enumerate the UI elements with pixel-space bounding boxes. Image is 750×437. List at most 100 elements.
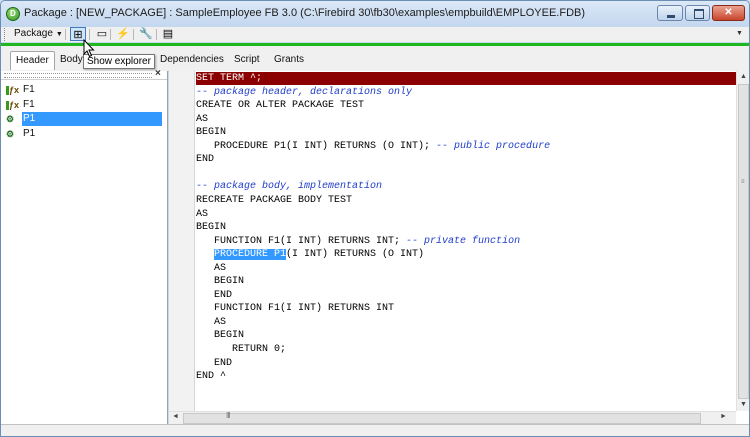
maximize-icon bbox=[694, 9, 704, 19]
tree-item-label: F1 bbox=[23, 84, 35, 95]
status-bar bbox=[1, 424, 749, 436]
code-text: FUNCTION F1(I INT) RETURNS INT bbox=[196, 303, 395, 315]
code-line[interactable]: END ^ bbox=[196, 370, 736, 383]
vertical-scrollbar[interactable]: ▲ ≡ ▼ bbox=[736, 71, 749, 411]
tab-dependencies[interactable]: Dependencies bbox=[160, 54, 224, 65]
chevron-down-icon: ▼ bbox=[55, 31, 63, 38]
code-text: BEGIN bbox=[196, 276, 245, 288]
code-line[interactable]: BEGIN bbox=[196, 126, 736, 139]
scroll-down-icon[interactable]: ▼ bbox=[740, 401, 747, 408]
code-text: CREATE OR ALTER PACKAGE TEST bbox=[196, 100, 365, 112]
code-text: PROCEDURE P1(I INT) RETURNS (O INT); bbox=[196, 140, 437, 152]
close-icon: ✕ bbox=[724, 7, 733, 18]
code-line[interactable]: AS bbox=[196, 316, 736, 329]
code-line[interactable]: CREATE OR ALTER PACKAGE TEST bbox=[196, 99, 736, 112]
scroll-grip-icon: III bbox=[226, 411, 231, 420]
scroll-grip-icon: ≡ bbox=[741, 179, 745, 185]
highlighted-code-line[interactable]: SET TERM ^; bbox=[196, 72, 736, 85]
procedure-icon: ⚙ bbox=[6, 114, 15, 124]
app-icon[interactable]: D bbox=[6, 7, 20, 21]
horizontal-scrollbar[interactable]: ◄ III ► bbox=[169, 411, 736, 425]
code-line[interactable]: PROCEDURE P1(I INT) RETURNS (O INT); -- … bbox=[196, 140, 736, 153]
scroll-right-icon[interactable]: ► bbox=[720, 413, 727, 420]
code-line[interactable]: RECREATE PACKAGE BODY TEST bbox=[196, 194, 736, 207]
minimize-icon bbox=[667, 15, 675, 18]
code-text: BEGIN bbox=[196, 127, 227, 139]
tools-icon[interactable]: 🔧 bbox=[138, 27, 154, 41]
toolbar-separator bbox=[133, 29, 134, 40]
mouse-cursor-icon bbox=[83, 39, 95, 58]
toolbar-separator bbox=[156, 29, 157, 40]
toolbar-grip[interactable] bbox=[4, 28, 7, 41]
code-line[interactable]: END bbox=[196, 357, 736, 370]
code-text: AS bbox=[196, 262, 227, 274]
code-text: END bbox=[196, 357, 233, 369]
tree-item[interactable]: ⚙ P1 bbox=[5, 127, 162, 141]
maximize-button[interactable] bbox=[685, 5, 710, 21]
code-editor[interactable]: SET TERM ^; -- package header, declaratio… bbox=[169, 71, 749, 425]
code-text: END ^ bbox=[196, 371, 227, 383]
code-line[interactable] bbox=[196, 167, 736, 180]
toolbar-overflow-icon[interactable]: ▼ bbox=[736, 30, 743, 37]
horizontal-scroll-thumb[interactable]: III bbox=[183, 411, 701, 424]
tree-item[interactable]: ƒx F1 bbox=[5, 83, 162, 97]
code-line[interactable]: FUNCTION F1(I INT) RETURNS INT bbox=[196, 302, 736, 315]
code-line[interactable]: BEGIN bbox=[196, 221, 736, 234]
tab-body[interactable]: Body bbox=[60, 54, 83, 65]
tree-item[interactable]: ƒx F1 bbox=[5, 98, 162, 112]
compile-lightning-icon[interactable]: ⚡ bbox=[115, 27, 131, 41]
package-dropdown[interactable]: Package ▼ bbox=[10, 27, 67, 41]
code-line[interactable]: FUNCTION F1(I INT) RETURNS INT; -- priva… bbox=[196, 235, 736, 248]
code-line[interactable]: -- package header, declarations only bbox=[196, 86, 736, 99]
code-comment: -- package header, declarations only bbox=[196, 86, 413, 98]
package-editor-window: D Package : [NEW_PACKAGE] : SampleEmploy… bbox=[0, 0, 750, 437]
code-text: FUNCTION F1(I INT) RETURNS INT; bbox=[196, 235, 407, 247]
toolbar-separator bbox=[65, 29, 66, 40]
code-comment: -- private function bbox=[406, 235, 521, 247]
code-line[interactable]: END bbox=[196, 153, 736, 166]
code-text: BEGIN bbox=[196, 222, 227, 234]
scroll-left-icon[interactable]: ◄ bbox=[172, 413, 179, 420]
code-text: RECREATE PACKAGE BODY TEST bbox=[196, 194, 353, 206]
object-icon[interactable]: ▭ bbox=[94, 27, 110, 41]
title-bar[interactable]: D Package : [NEW_PACKAGE] : SampleEmploy… bbox=[1, 1, 749, 27]
code-line[interactable]: BEGIN bbox=[196, 275, 736, 288]
scroll-up-icon[interactable]: ▲ bbox=[740, 73, 747, 80]
selected-text[interactable]: PROCEDURE P1 bbox=[214, 249, 287, 261]
tree-item-label: P1 bbox=[22, 112, 162, 126]
code-line[interactable]: AS bbox=[196, 262, 736, 275]
code-line[interactable]: AS bbox=[196, 208, 736, 221]
code-line[interactable]: -- package body, implementation bbox=[196, 180, 736, 193]
code-line[interactable]: END bbox=[196, 289, 736, 302]
procedure-icon: ⚙ bbox=[6, 128, 15, 139]
code-text: AS bbox=[196, 316, 227, 328]
close-button[interactable]: ✕ bbox=[712, 5, 745, 21]
function-icon: ƒx bbox=[6, 84, 22, 96]
code-text: AS bbox=[196, 208, 209, 220]
code-comment: -- package body, implementation bbox=[196, 181, 383, 193]
tab-grants[interactable]: Grants bbox=[274, 54, 304, 65]
tab-script[interactable]: Script bbox=[234, 54, 260, 65]
explorer-header[interactable]: × bbox=[1, 68, 167, 80]
minimize-button[interactable] bbox=[657, 5, 683, 21]
code-area[interactable]: SET TERM ^; -- package header, declaratio… bbox=[196, 71, 736, 411]
code-text: END bbox=[196, 289, 233, 301]
function-icon: ƒx bbox=[6, 99, 22, 111]
code-text: RETURN 0; bbox=[196, 344, 287, 355]
close-explorer-icon[interactable]: × bbox=[155, 68, 161, 79]
vertical-scroll-thumb[interactable]: ≡ bbox=[738, 84, 749, 399]
code-line[interactable]: PROCEDURE P1(I INT) RETURNS (O INT) bbox=[196, 248, 736, 261]
code-line[interactable]: AS bbox=[196, 113, 736, 126]
tree-item[interactable]: ⚙ P1 bbox=[5, 112, 162, 126]
toolbar: Package ▼ ⊞ ▭ ⚡ 🔧 ▤ ▼ bbox=[1, 27, 749, 42]
code-line[interactable]: BEGIN bbox=[196, 329, 736, 342]
tab-header[interactable]: Header bbox=[10, 51, 55, 70]
editor-gutter[interactable] bbox=[169, 71, 195, 411]
code-text: AS bbox=[196, 113, 209, 125]
window-title: Package : [NEW_PACKAGE] : SampleEmployee… bbox=[24, 7, 586, 19]
toolbar-separator bbox=[110, 29, 111, 40]
code-line[interactable]: RETURN 0; bbox=[196, 343, 736, 356]
document-icon[interactable]: ▤ bbox=[160, 27, 176, 41]
explorer-panel: × ƒx F1 ƒx F1 ⚙ P1 ⚙ P1 bbox=[1, 68, 168, 424]
